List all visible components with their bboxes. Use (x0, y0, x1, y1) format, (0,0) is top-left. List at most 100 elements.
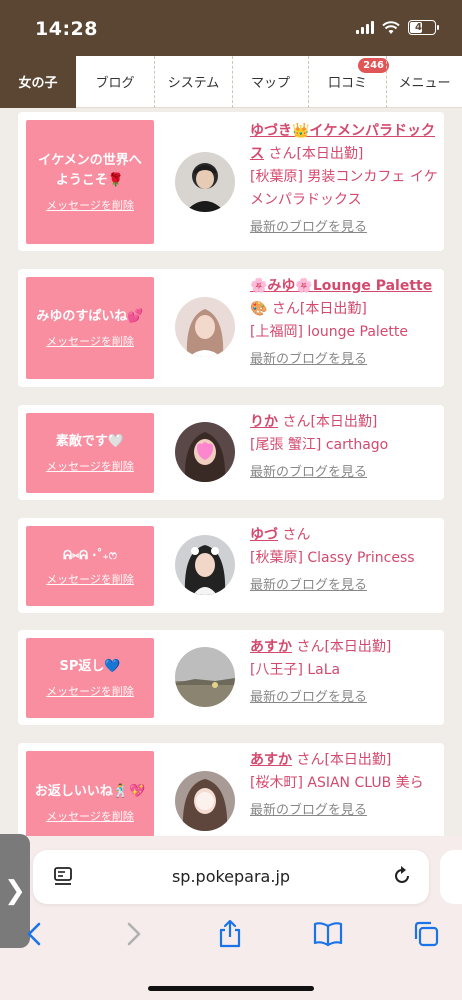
attendance-status: [本日出勤] (299, 301, 367, 317)
forward-button[interactable] (118, 918, 150, 950)
girl-info: 🌸みゆ🌸Lounge Palette 🎨 さん[本日出勤] [上福岡] loun… (250, 275, 440, 371)
home-indicator (148, 986, 314, 991)
wifi-icon (382, 20, 400, 34)
attendance-status: [本日出勤] (310, 414, 378, 430)
shop-name: [上福岡] lounge Palette (250, 324, 409, 340)
girl-info: あすか さん[本日出勤] [八王子] LaLa 最新のブログを見る (250, 636, 440, 709)
list-item: 素敵です🤍 メッセージを削除 りか さん[本日出勤] [尾張 蟹江] carth… (18, 405, 444, 500)
nav-tab-girls[interactable]: 女の子 (0, 55, 76, 108)
url-text: sp.pokepara.jp (171, 867, 291, 886)
share-icon (219, 919, 241, 948)
nav-tab-system-label: システム (167, 76, 220, 91)
delete-message-link[interactable]: メッセージを削除 (46, 571, 134, 587)
delete-message-link[interactable]: メッセージを削除 (46, 808, 134, 824)
nav-tab-reviews[interactable]: 口コミ 246 (308, 55, 389, 108)
girl-name-link[interactable]: 🌸みゆ🌸Lounge Palette (250, 278, 432, 294)
list-item: SP返し💙 メッセージを削除 あすか さん[本日出勤] [八王子] LaLa 最… (18, 630, 444, 725)
nav-tab-system[interactable]: システム (154, 55, 232, 108)
nav-tab-map[interactable]: マップ (232, 55, 308, 108)
avatar[interactable] (175, 152, 235, 212)
avatar[interactable] (175, 422, 235, 482)
bookmarks-button[interactable] (312, 918, 344, 950)
message-text: お返しいいね🕺💖 (34, 784, 146, 799)
message-box: ᕱ⑅ᕱ ‧˚₊ෆ メッセージを削除 (26, 526, 154, 606)
latest-blog-link[interactable]: 最新のブログを見る (250, 799, 440, 822)
latest-blog-link[interactable]: 最新のブログを見る (250, 574, 440, 597)
honorific: さん (296, 752, 325, 768)
honorific: さん (282, 527, 311, 543)
attendance-status: [本日出勤] (324, 752, 392, 768)
honorific: さん (282, 414, 311, 430)
list-item: みゆのすぱいね💕 メッセージを削除 🌸みゆ🌸Lounge Palette 🎨 さ… (18, 269, 444, 387)
girl-info: ゆづき👑イケメンパラドックス さん[本日出勤] [秋葉原] 男装コンカフェ イケ… (250, 120, 440, 239)
honorific: さん (268, 146, 297, 162)
avatar[interactable] (175, 647, 235, 707)
signal-icon (356, 21, 374, 34)
book-icon (313, 922, 343, 947)
message-text: 素敵です🤍 (55, 434, 125, 449)
status-time: 14:28 (35, 18, 98, 40)
avatar[interactable] (175, 297, 235, 357)
shop-name: [八王子] LaLa (250, 662, 341, 678)
tabs-button[interactable] (410, 918, 442, 950)
status-bar: 14:28 45 (0, 0, 462, 56)
message-list: イケメンの世界へようこそ🌹 メッセージを削除 ゆづき👑イケメンパラドックス さん… (0, 108, 462, 838)
shop-name: [桜木町] ASIAN CLUB 美ら (250, 775, 424, 791)
avatar[interactable] (175, 771, 235, 831)
list-item: ᕱ⑅ᕱ ‧˚₊ෆ メッセージを削除 ゆづ さん [秋葉原] Classy Pri… (18, 518, 444, 613)
honorific: さん (296, 639, 325, 655)
girl-info: ゆづ さん [秋葉原] Classy Princess 最新のブログを見る (250, 524, 440, 597)
back-button[interactable] (18, 918, 50, 950)
latest-blog-link[interactable]: 最新のブログを見る (250, 686, 440, 709)
girl-name-link[interactable]: あすか (250, 639, 292, 655)
delete-message-link[interactable]: メッセージを削除 (46, 683, 134, 699)
share-button[interactable] (214, 918, 246, 950)
attendance-status: [本日出勤] (296, 146, 364, 162)
list-item: イケメンの世界へようこそ🌹 メッセージを削除 ゆづき👑イケメンパラドックス さん… (18, 112, 444, 251)
reload-icon[interactable] (391, 865, 413, 887)
message-text: イケメンの世界へようこそ🌹 (38, 153, 142, 188)
girl-name-link[interactable]: りか (250, 414, 278, 430)
nav-tab-blog-label: ブログ (95, 76, 135, 91)
attendance-status: [本日出勤] (324, 639, 392, 655)
delete-message-link[interactable]: メッセージを削除 (46, 197, 134, 213)
delete-message-link[interactable]: メッセージを削除 (46, 333, 134, 349)
girl-name-link[interactable]: あすか (250, 752, 292, 768)
message-text: みゆのすぱいね💕 (36, 309, 144, 324)
latest-blog-link[interactable]: 最新のブログを見る (250, 216, 440, 239)
message-box: イケメンの世界へようこそ🌹 メッセージを削除 (26, 120, 154, 244)
tabs-icon (414, 921, 439, 947)
battery-icon: 45 (408, 20, 439, 35)
list-item: お返しいいね🕺💖 メッセージを削除 あすか さん[本日出勤] [桜木町] ASI… (18, 743, 444, 838)
latest-blog-link[interactable]: 最新のブログを見る (250, 461, 440, 484)
next-tab-peek[interactable] (440, 850, 462, 904)
girl-name-link[interactable]: ゆづ (250, 527, 278, 543)
latest-blog-link[interactable]: 最新のブログを見る (250, 348, 440, 371)
shop-name: [尾張 蟹江] carthago (250, 437, 389, 453)
battery-level: 45 (415, 22, 429, 33)
back-icon (27, 922, 41, 946)
message-text: ᕱ⑅ᕱ ‧˚₊ෆ (63, 548, 117, 562)
shop-name: [秋葉原] Classy Princess (250, 550, 415, 566)
nav-tab-menu[interactable]: メニュー (386, 55, 462, 108)
message-box: お返しいいね🕺💖 メッセージを削除 (26, 751, 154, 838)
status-icons: 45 (356, 20, 439, 35)
honorific: 🎨 さん (250, 301, 300, 317)
nav-tab-menu-label: メニュー (398, 76, 451, 91)
address-bar[interactable]: sp.pokepara.jp (33, 850, 429, 904)
forward-icon (127, 922, 141, 946)
shop-name: [秋葉原] 男装コンカフェ イケメンパラドックス (250, 169, 438, 208)
avatar[interactable] (175, 535, 235, 595)
nav-tab-reviews-wrap: 口コミ 246 (327, 58, 389, 91)
chevron-right-icon: ❯ (4, 876, 26, 906)
message-box: みゆのすぱいね💕 メッセージを削除 (26, 277, 154, 379)
message-box: 素敵です🤍 メッセージを削除 (26, 413, 154, 493)
girl-info: あすか さん[本日出勤] [桜木町] ASIAN CLUB 美ら 最新のブログを… (250, 749, 440, 822)
nav-tab-blog[interactable]: ブログ (76, 56, 154, 108)
nav-tab-map-label: マップ (250, 76, 290, 91)
nav-tab-reviews-label: 口コミ (327, 76, 367, 91)
delete-message-link[interactable]: メッセージを削除 (46, 458, 134, 474)
message-box: SP返し💙 メッセージを削除 (26, 638, 154, 718)
girl-info: りか さん[本日出勤] [尾張 蟹江] carthago 最新のブログを見る (250, 411, 440, 484)
message-text: SP返し💙 (59, 659, 121, 674)
